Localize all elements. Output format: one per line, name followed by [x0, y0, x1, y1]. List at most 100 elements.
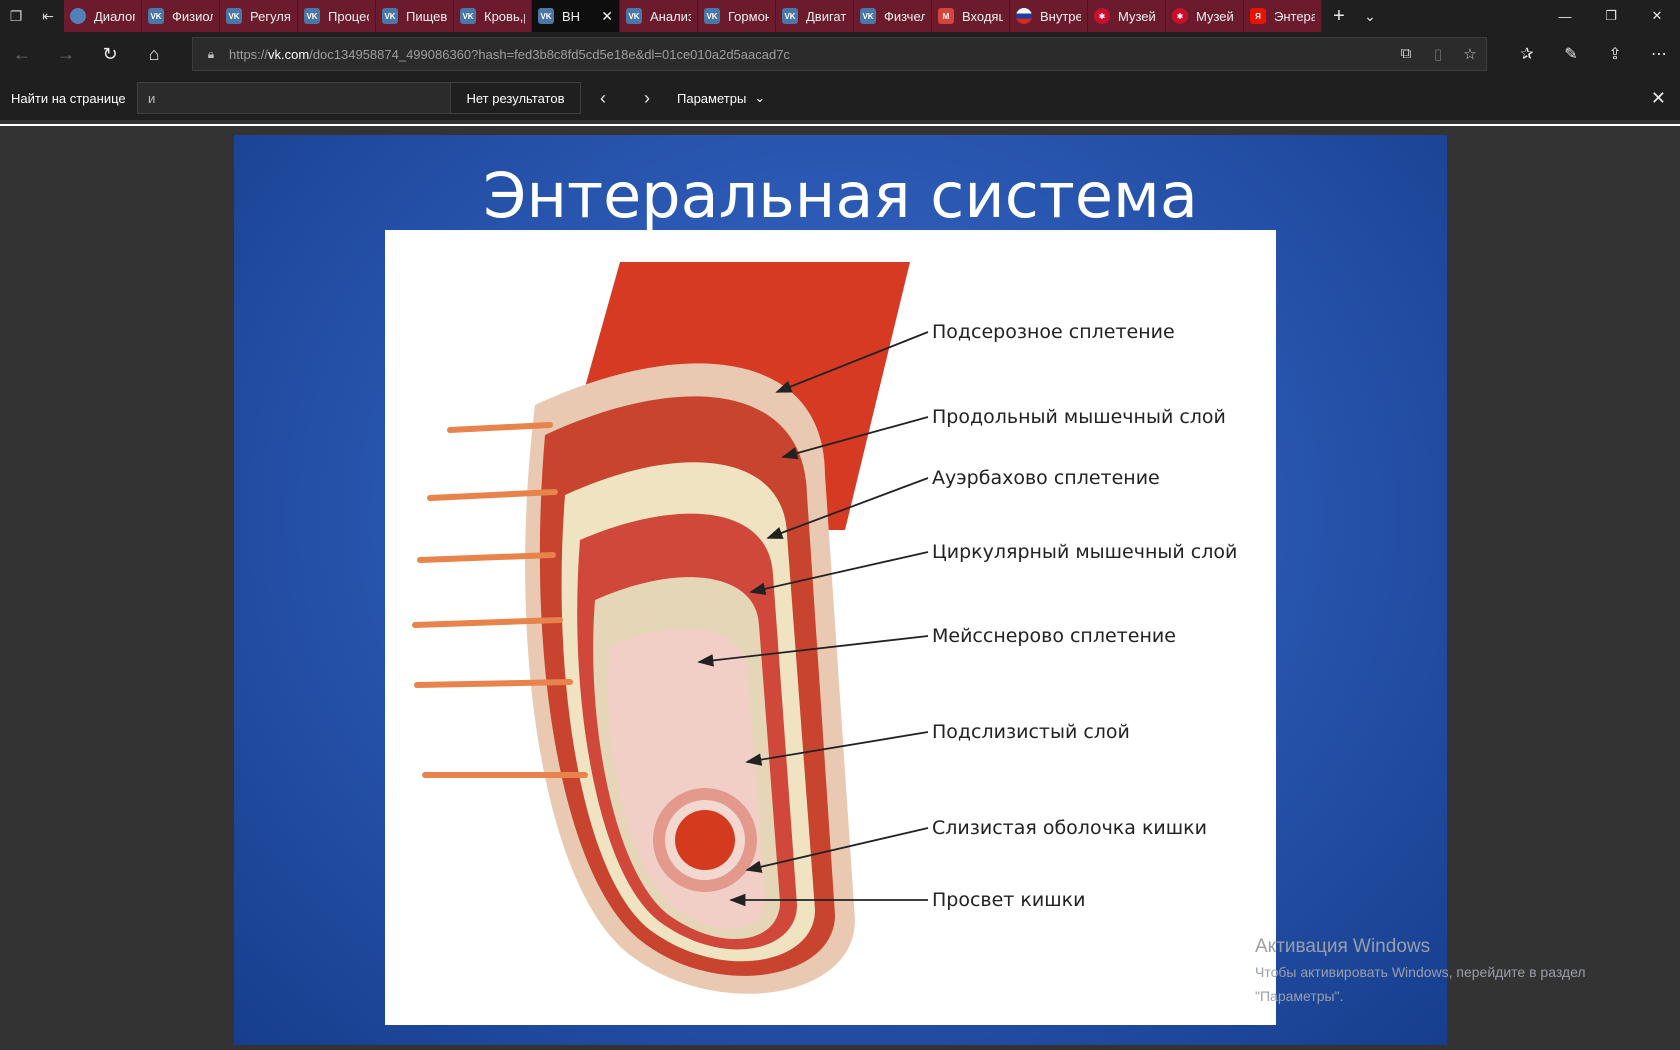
vk-icon: VK: [226, 8, 242, 24]
tab-label: Пищев: [406, 8, 447, 24]
watermark-line-1: Чтобы активировать Windows, перейдите в …: [1255, 964, 1586, 980]
tab-label: Процес: [328, 8, 369, 24]
label-longitudinal-muscle: Продольный мышечный слой: [932, 406, 1226, 428]
refresh-icon[interactable]: ↻: [88, 32, 132, 76]
mail-icon: M: [938, 8, 954, 24]
more-icon[interactable]: ⋯: [1637, 32, 1680, 76]
restore-icon[interactable]: ❐: [1588, 0, 1634, 32]
tab-label: Двигат: [806, 8, 847, 24]
tab-label: Внутре: [1040, 8, 1081, 24]
tab-label: Входящ: [962, 8, 1003, 24]
vk-icon: VK: [460, 8, 476, 24]
find-close-icon[interactable]: ✕: [1651, 76, 1666, 120]
url-text[interactable]: https://vk.com/doc134958874_499086360?ha…: [229, 47, 1390, 62]
nav-right-tools: ✰ ✎ ⇪ ⋯: [1505, 32, 1680, 76]
tab-7[interactable]: VK Анализ: [620, 0, 698, 32]
find-previous-icon[interactable]: ‹: [581, 76, 625, 120]
address-bar[interactable]: 🔒︎ https://vk.com/doc134958874_499086360…: [192, 37, 1487, 71]
vk-icon: VK: [860, 8, 876, 24]
museum-icon: ✱: [1172, 8, 1188, 24]
label-subserosal-plexus: Подсерозное сплетение: [932, 321, 1175, 343]
tab-list-chevron-icon[interactable]: ⌄: [1356, 0, 1384, 32]
tab-0[interactable]: Диалог: [64, 0, 142, 32]
tab-label: Музей: [1196, 8, 1234, 24]
vk-icon: VK: [626, 8, 642, 24]
url-host: vk.com: [268, 46, 310, 62]
tab-bar: ❐ ⇤ Диалог VK Физиол VK Регуляц VK Процес VK Пищ…: [0, 0, 1680, 32]
museum-icon: ✱: [1094, 8, 1110, 24]
tab-label: Гормон: [728, 8, 769, 24]
window-controls: — ❐ ✕: [1542, 0, 1680, 32]
label-circular-muscle: Циркулярный мышечный слой: [932, 541, 1238, 563]
vk-icon: VK: [538, 8, 554, 24]
find-input[interactable]: [137, 82, 451, 114]
find-label: Найти на странице: [11, 90, 126, 106]
chevron-down-icon: ⌄: [754, 90, 766, 105]
back-arrow-icon[interactable]: ←: [0, 32, 44, 76]
tab-8[interactable]: VK Гормон: [698, 0, 776, 32]
tab-label: Физчел: [884, 8, 925, 24]
watermark-line-2: "Параметры".: [1255, 988, 1344, 1004]
vk-icon: VK: [304, 8, 320, 24]
vk-icon: VK: [148, 8, 164, 24]
forward-arrow-icon[interactable]: →: [44, 32, 88, 76]
url-path: /doc134958874_499086360?hash=fed3b8c8fd5…: [309, 46, 790, 62]
translate-icon[interactable]: ⧉: [1390, 45, 1422, 63]
find-bar: Найти на странице Нет результатов ‹ › Па…: [0, 76, 1680, 120]
tab-15[interactable]: Я Энтера: [1244, 0, 1322, 32]
slide-title: Энтеральная система: [483, 159, 1198, 232]
set-aside-tabs-icon[interactable]: ⇤: [32, 0, 64, 32]
yandex-icon: Я: [1250, 8, 1266, 24]
tab-13[interactable]: ✱ Музей: [1088, 0, 1166, 32]
diagram-panel: Подсерозное сплетение Продольный мышечны…: [385, 230, 1276, 1025]
close-window-icon[interactable]: ✕: [1634, 0, 1680, 32]
windows-activation-watermark: Активация Windows Чтобы активировать Win…: [1255, 936, 1586, 1006]
label-lumen: Просвет кишки: [932, 889, 1086, 911]
share-icon[interactable]: ⇪: [1593, 32, 1637, 76]
tab-label: Кровь,р: [484, 8, 525, 24]
vk-icon: VK: [382, 8, 398, 24]
tab-5[interactable]: VK Кровь,р: [454, 0, 532, 32]
tab-12[interactable]: Внутре: [1010, 0, 1088, 32]
lock-icon: 🔒︎: [207, 46, 215, 61]
tab-strip: ДиалогVKФизиолVKРегуляцVKПроцесVKПищевVK…: [64, 0, 1322, 32]
tab-14[interactable]: ✱ Музей: [1166, 0, 1244, 32]
vk-icon: VK: [782, 8, 798, 24]
find-next-icon[interactable]: ›: [625, 76, 669, 120]
minimize-icon[interactable]: —: [1542, 0, 1588, 32]
tab-11[interactable]: M Входящ: [932, 0, 1010, 32]
tab-2[interactable]: VK Регуляц: [220, 0, 298, 32]
tab-1[interactable]: VK Физиол: [142, 0, 220, 32]
find-options-button[interactable]: Параметры ⌄: [677, 90, 765, 106]
russia-flag-icon: [1016, 8, 1032, 24]
tab-3[interactable]: VK Процес: [298, 0, 376, 32]
favorite-star-icon[interactable]: ☆: [1454, 45, 1486, 63]
find-result-count: Нет результатов: [451, 82, 581, 114]
tab-9[interactable]: VK Двигат: [776, 0, 854, 32]
label-meissner-plexus: Мейсснерово сплетение: [932, 625, 1176, 647]
vk-icon: VK: [704, 8, 720, 24]
slide: Энтеральная система Подсерозное сплетени…: [234, 135, 1447, 1045]
tab-label: Регуляц: [250, 8, 291, 24]
tab-4[interactable]: VK Пищев: [376, 0, 454, 32]
find-options-label: Параметры: [677, 90, 747, 106]
favorites-icon[interactable]: ✰: [1505, 32, 1549, 76]
label-mucosa: Слизистая оболочка кишки: [932, 817, 1207, 839]
tab-10[interactable]: VK Физчел: [854, 0, 932, 32]
nav-bar: ← → ↻ ⌂ 🔒︎ https://vk.com/doc134958874_4…: [0, 32, 1680, 76]
close-tab-icon[interactable]: ✕: [601, 8, 613, 25]
reading-view-icon[interactable]: ▯: [1422, 45, 1454, 63]
tab-6[interactable]: VK ВН ✕: [532, 0, 620, 32]
watermark-title: Активация Windows: [1255, 936, 1431, 957]
page-edge: [0, 124, 1680, 126]
home-icon[interactable]: ⌂: [132, 32, 176, 76]
tab-label: Диалог: [94, 8, 135, 24]
new-tab-button[interactable]: +: [1322, 0, 1356, 32]
label-submucosa: Подслизистый слой: [932, 721, 1130, 743]
tab-label: Физиол: [172, 8, 213, 24]
address-actions: ⧉ ▯ ☆: [1390, 45, 1486, 63]
label-auerbach-plexus: Ауэрбахово сплетение: [932, 467, 1160, 489]
tab-manager-icon[interactable]: ❐: [0, 0, 32, 32]
lumen: [675, 810, 735, 870]
web-note-icon[interactable]: ✎: [1549, 32, 1593, 76]
